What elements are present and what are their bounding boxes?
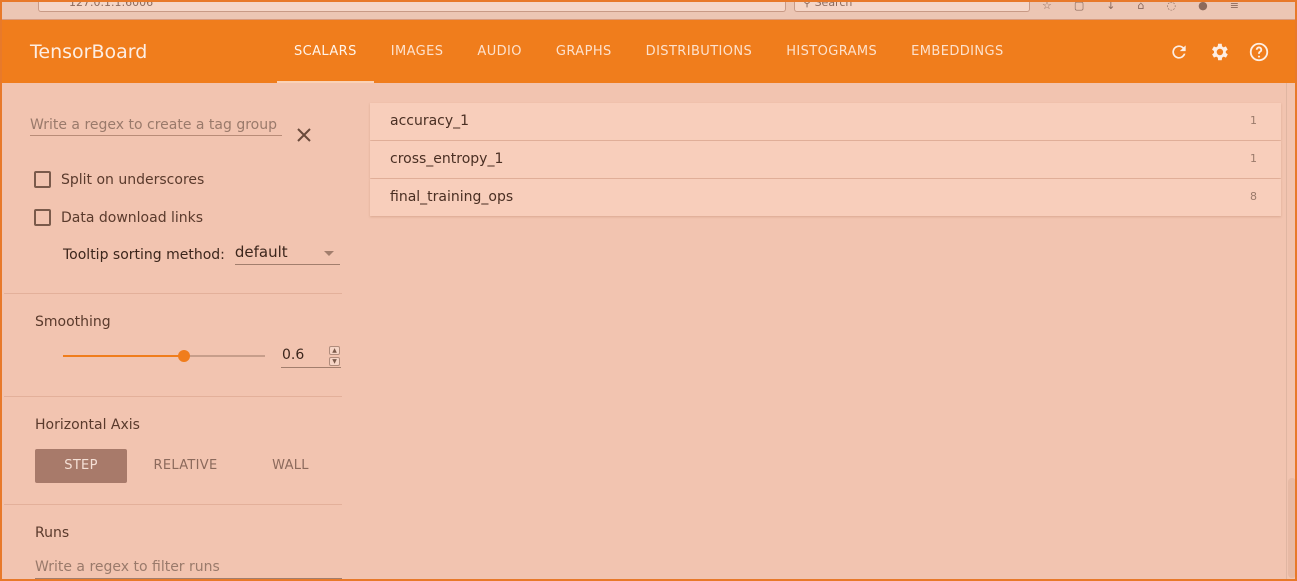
data-download-checkbox[interactable]: Data download links — [34, 209, 203, 226]
smoothing-value: 0.6 — [282, 347, 305, 363]
home-icon[interactable]: ⌂ — [1138, 2, 1145, 13]
checkbox-box[interactable] — [34, 171, 51, 188]
tag-regex-input[interactable] — [30, 114, 282, 136]
horizontal-axis-toggle: STEP RELATIVE WALL — [35, 449, 337, 483]
slider-knob[interactable] — [178, 350, 191, 362]
bookmark-star-icon[interactable]: ☆ — [1042, 2, 1052, 13]
tab-embeddings[interactable]: EMBEDDINGS — [894, 20, 1020, 83]
divider — [4, 504, 342, 505]
browser-toolbar-icons: ☆ ▢ ↓ ⌂ ◌ ● ≡ — [1042, 2, 1239, 13]
tag-name: accuracy_1 — [390, 113, 470, 129]
axis-relative-button[interactable]: RELATIVE — [127, 449, 244, 483]
tab-graphs[interactable]: GRAPHS — [539, 20, 629, 83]
scrollbar-thumb[interactable] — [1288, 478, 1295, 578]
scrollbar[interactable] — [1286, 83, 1295, 579]
tooltip-sorting-value: default — [234, 243, 288, 261]
horizontal-axis-title: Horizontal Axis — [35, 417, 140, 433]
address-bar[interactable]: 127.0.1.1:6006 — [38, 2, 786, 12]
search-icon: ⚲ — [803, 0, 815, 9]
browser-toolbar: 127.0.1.1:6006 ⚲ Search ☆ ▢ ↓ ⌂ ◌ ● ≡ — [2, 2, 1295, 20]
chat-icon[interactable]: ◌ — [1166, 2, 1176, 13]
refresh-icon[interactable] — [1167, 40, 1191, 64]
menu-icon[interactable]: ≡ — [1230, 2, 1239, 13]
tensorboard-window: 127.0.1.1:6006 ⚲ Search ☆ ▢ ↓ ⌂ ◌ ● ≡ Te… — [0, 0, 1297, 581]
split-underscores-label: Split on underscores — [61, 171, 205, 188]
tab-distributions[interactable]: DISTRIBUTIONS — [629, 20, 770, 83]
smoothing-value-input[interactable]: 0.6 ▲ ▼ — [281, 344, 341, 368]
sidebar: Split on underscores Data download links… — [4, 83, 342, 579]
split-underscores-checkbox[interactable]: Split on underscores — [34, 171, 204, 188]
stepper-up-icon[interactable]: ▲ — [329, 346, 340, 355]
tab-scalars[interactable]: SCALARS — [277, 20, 374, 83]
tag-name: cross_entropy_1 — [390, 151, 504, 167]
help-icon[interactable] — [1247, 40, 1271, 64]
tag-count: 1 — [1250, 152, 1257, 165]
tab-images[interactable]: IMAGES — [374, 20, 461, 83]
tag-count: 8 — [1250, 190, 1257, 203]
tab-audio[interactable]: AUDIO — [460, 20, 539, 83]
browser-search-field[interactable]: ⚲ Search — [794, 0, 1030, 12]
tag-list: accuracy_1 1 cross_entropy_1 1 final_tra… — [370, 103, 1281, 217]
tag-count: 1 — [1250, 114, 1257, 127]
tooltip-sorting-row: Tooltip sorting method: default — [63, 243, 340, 265]
download-icon[interactable]: ↓ — [1106, 2, 1115, 13]
smoothing-title: Smoothing — [35, 314, 111, 330]
app-header: TensorBoard SCALARS IMAGES AUDIO GRAPHS … — [2, 20, 1295, 83]
axis-wall-button[interactable]: WALL — [244, 449, 337, 483]
checkbox-box[interactable] — [34, 209, 51, 226]
tooltip-sorting-select[interactable]: default — [234, 243, 340, 265]
clear-icon[interactable] — [296, 127, 314, 145]
stepper-down-icon[interactable]: ▼ — [329, 357, 340, 366]
stepper: ▲ ▼ — [329, 346, 341, 366]
smoothing-slider[interactable] — [63, 350, 265, 362]
settings-icon[interactable] — [1207, 40, 1231, 64]
list-item[interactable]: final_training_ops 8 — [370, 179, 1281, 216]
browser-search-placeholder: Search — [814, 0, 853, 9]
nav-tabs: SCALARS IMAGES AUDIO GRAPHS DISTRIBUTION… — [277, 20, 1021, 83]
slider-fill — [63, 355, 185, 357]
chevron-down-icon — [323, 251, 334, 256]
runs-title: Runs — [35, 525, 70, 541]
app-title: TensorBoard — [30, 41, 148, 63]
divider — [4, 396, 342, 397]
header-actions — [1167, 40, 1271, 64]
clipboard-icon[interactable]: ▢ — [1074, 2, 1084, 13]
data-download-label: Data download links — [61, 209, 204, 226]
axis-step-button[interactable]: STEP — [35, 449, 127, 483]
tooltip-sorting-label: Tooltip sorting method: — [63, 247, 225, 263]
divider — [4, 293, 342, 294]
list-item[interactable]: accuracy_1 1 — [370, 103, 1281, 140]
tag-name: final_training_ops — [390, 189, 514, 205]
runs-filter-input[interactable] — [35, 555, 342, 579]
profile-icon[interactable]: ● — [1198, 2, 1208, 13]
tab-histograms[interactable]: HISTOGRAMS — [769, 20, 894, 83]
list-item[interactable]: cross_entropy_1 1 — [370, 141, 1281, 178]
